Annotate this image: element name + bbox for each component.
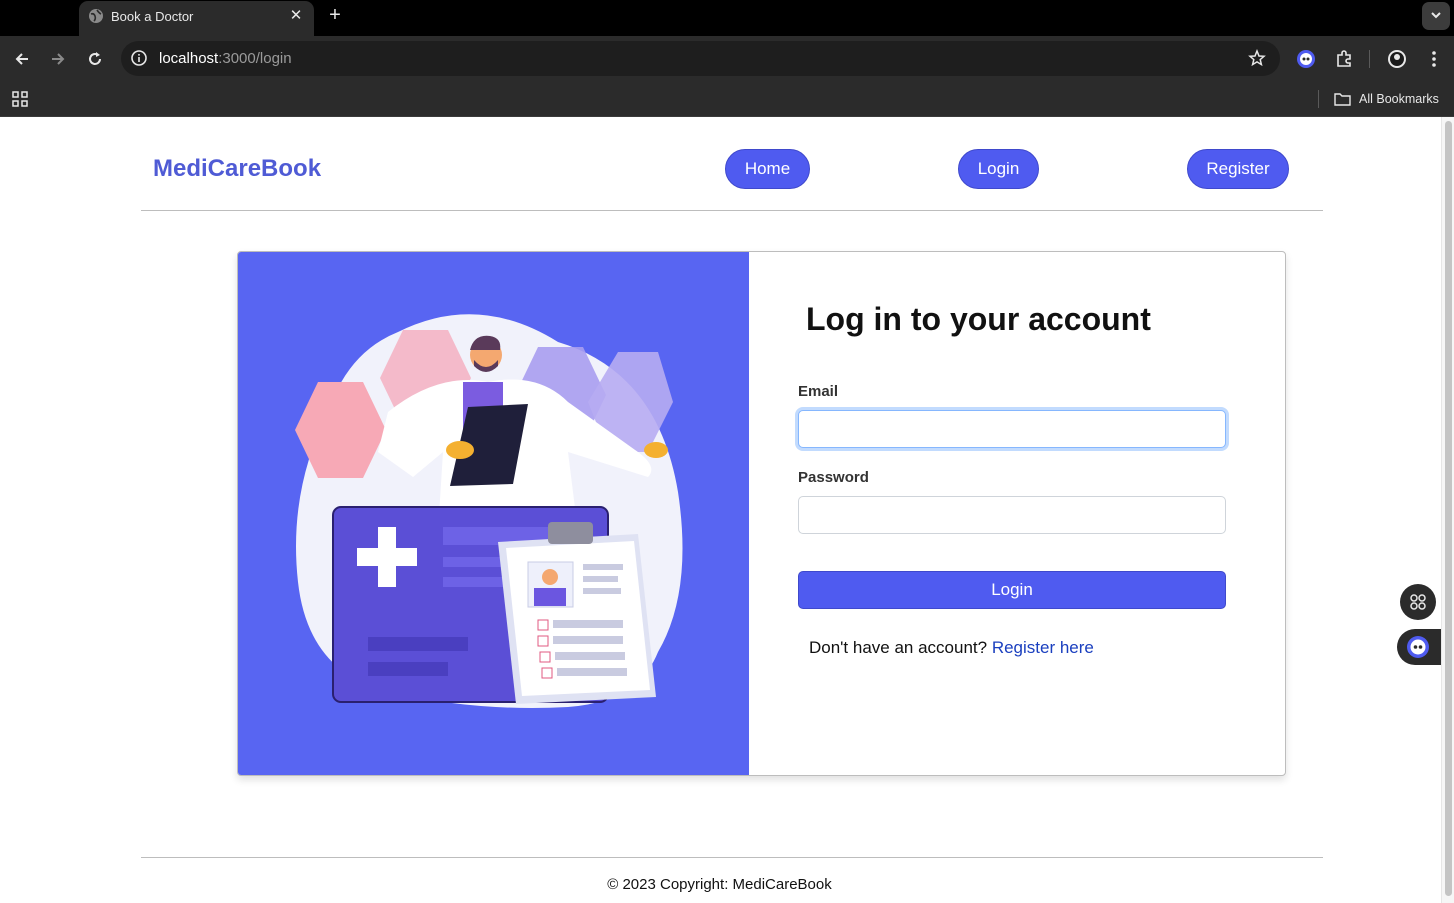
email-label: Email: [798, 383, 839, 400]
more-icon[interactable]: [1424, 49, 1444, 69]
footer-copyright: © 2023 Copyright: MediCareBook: [607, 876, 832, 893]
page-scrollbar[interactable]: [1441, 117, 1454, 903]
password-label: Password: [798, 469, 869, 486]
email-field[interactable]: [798, 410, 1226, 448]
register-prompt: Don't have an account? Register here: [809, 638, 1094, 658]
address-bar[interactable]: localhost:3000/login: [121, 41, 1280, 76]
all-bookmarks-button[interactable]: All Bookmarks: [1334, 90, 1439, 108]
nav-register-button[interactable]: Register: [1187, 149, 1289, 189]
shortcut-widget-button[interactable]: [1400, 584, 1436, 620]
profile-icon[interactable]: [1387, 49, 1407, 69]
active-tab[interactable]: Book a Doctor ✕: [79, 1, 314, 36]
toolbar-divider: [1369, 50, 1370, 68]
tab-strip: Book a Doctor ✕ +: [0, 0, 1454, 36]
plus-icon[interactable]: +: [324, 4, 346, 26]
login-card: Log in to your account Email Password Lo…: [237, 251, 1286, 776]
command-icon: [1410, 594, 1426, 610]
brand-logo[interactable]: MediCareBook: [153, 155, 321, 183]
nav-home-button[interactable]: Home: [725, 149, 810, 189]
folder-icon: [1334, 93, 1351, 106]
tab-title: Book a Doctor: [111, 9, 194, 24]
close-icon[interactable]: ✕: [287, 7, 305, 25]
browser-toolbar: localhost:3000/login: [0, 36, 1454, 81]
register-link[interactable]: Register here: [992, 638, 1094, 657]
forward-arrow-icon[interactable]: [45, 46, 71, 72]
all-bookmarks-label: All Bookmarks: [1359, 92, 1439, 106]
login-submit-button[interactable]: Login: [798, 571, 1226, 609]
bookmarks-bar: All Bookmarks: [0, 81, 1454, 117]
url-text[interactable]: localhost:3000/login: [159, 50, 292, 67]
globe-icon: [89, 9, 103, 23]
apps-grid-icon[interactable]: [12, 91, 28, 107]
extension-icon[interactable]: [1296, 49, 1316, 69]
chevron-down-icon[interactable]: [1422, 2, 1450, 30]
page-content: MediCareBook Home Login Register Log in …: [0, 117, 1441, 903]
doctor-illustration: [238, 252, 749, 775]
assistant-icon: [1407, 636, 1429, 658]
footer-divider: [141, 857, 1323, 858]
back-arrow-icon[interactable]: [9, 46, 35, 72]
star-icon[interactable]: [1248, 49, 1266, 67]
reload-icon[interactable]: [82, 46, 108, 72]
register-prompt-text: Don't have an account?: [809, 638, 988, 657]
puzzle-icon[interactable]: [1334, 49, 1354, 69]
bookmarks-divider: [1318, 90, 1319, 108]
footer: © 2023 Copyright: MediCareBook: [0, 876, 1441, 893]
nav-login-button[interactable]: Login: [958, 149, 1039, 189]
password-field[interactable]: [798, 496, 1226, 534]
header-divider: [141, 210, 1323, 211]
site-info-icon[interactable]: [130, 49, 148, 67]
assistant-widget-button[interactable]: [1397, 629, 1441, 665]
scrollbar-thumb[interactable]: [1445, 121, 1452, 896]
login-title: Log in to your account: [806, 301, 1151, 337]
